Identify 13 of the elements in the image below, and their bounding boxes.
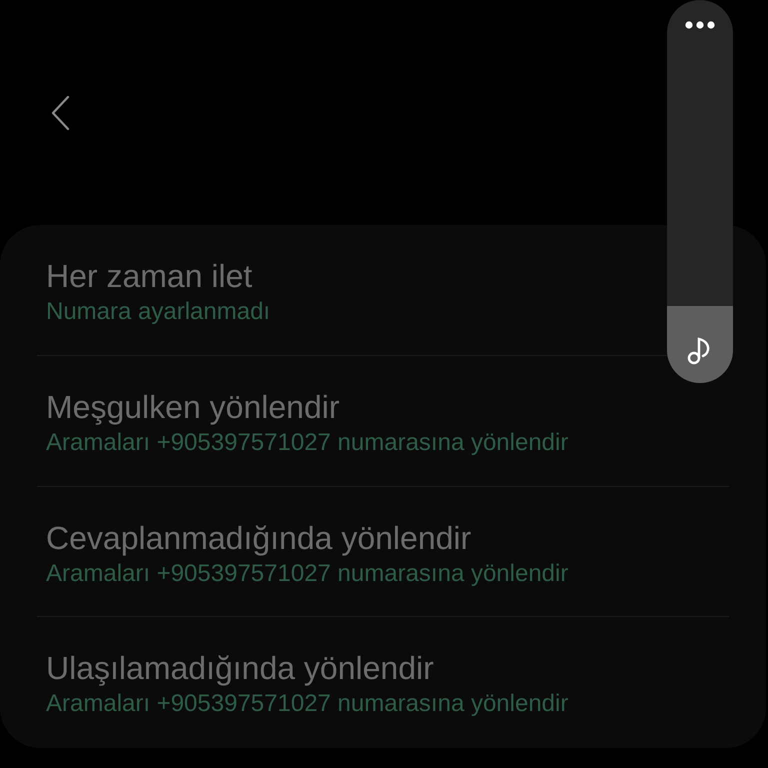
settings-item[interactable]: Cevaplanmadığında yönlendir Aramaları +905397571027 numarasına yönlendir: [37, 486, 729, 618]
music-note-icon: [687, 337, 711, 365]
chevron-left-icon: [50, 94, 70, 130]
item-subtitle: Numara ayarlanmadı: [46, 298, 272, 326]
item-title: Ulaşılamadığında yönlendir: [46, 649, 435, 688]
settings-item[interactable]: Ulaşılamadığında yönlendir Aramaları +905397571027 numarasına yönlendir: [37, 617, 729, 748]
item-title: Her zaman ilet: [46, 257, 254, 295]
item-title: Meşgulken yönlendir: [46, 388, 340, 426]
item-subtitle: Aramaları +905397571027 numarasına yönlendir: [46, 690, 570, 718]
item-title: Cevaplanmadığında yönlendir: [46, 518, 472, 556]
item-subtitle: Aramaları +905397571027 numarasına yönlendir: [46, 428, 570, 457]
more-dots-icon: [685, 21, 715, 29]
item-subtitle: Aramaları +905397571027 numarasına yönlendir: [46, 560, 570, 588]
